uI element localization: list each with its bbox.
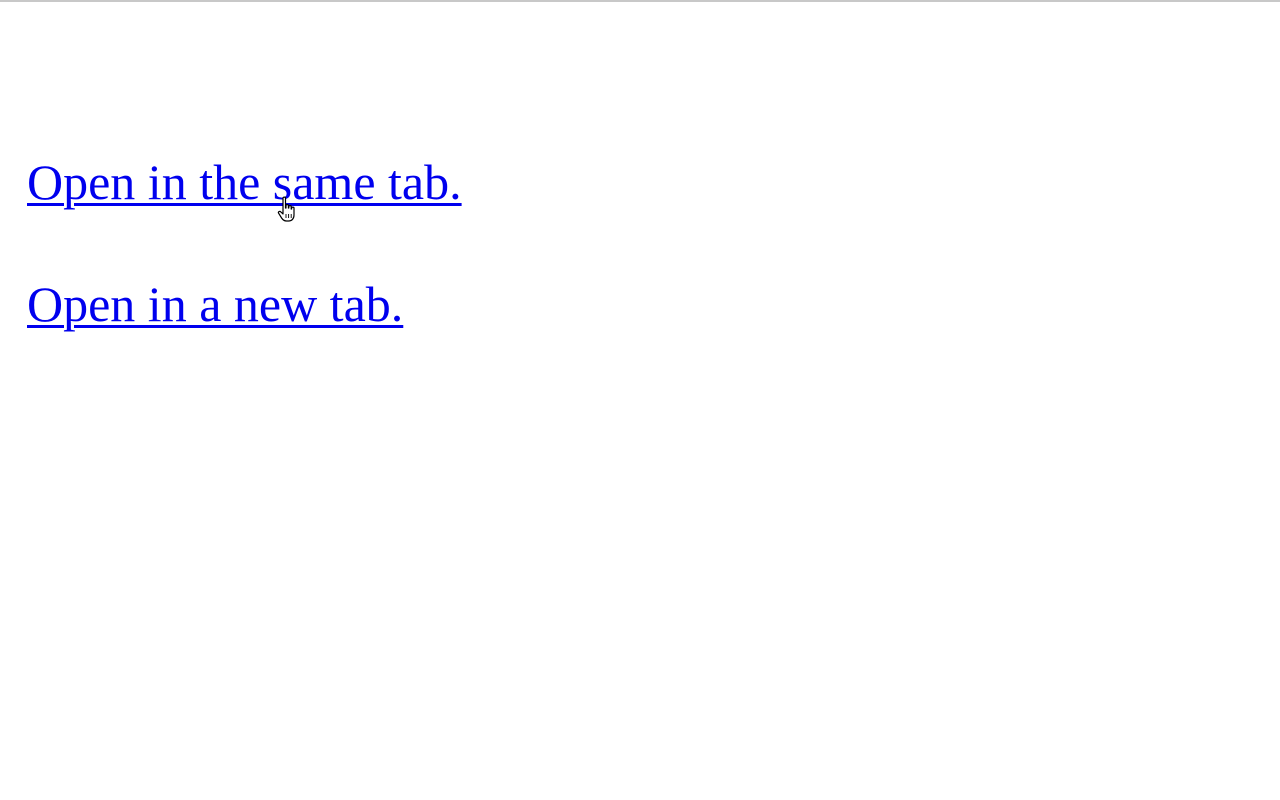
page: Open in the same tab. Open in a new tab.: [0, 0, 1280, 800]
open-same-tab-link[interactable]: Open in the same tab.: [27, 152, 462, 212]
top-border-divider: [0, 0, 1280, 2]
open-new-tab-link[interactable]: Open in a new tab.: [27, 274, 403, 334]
